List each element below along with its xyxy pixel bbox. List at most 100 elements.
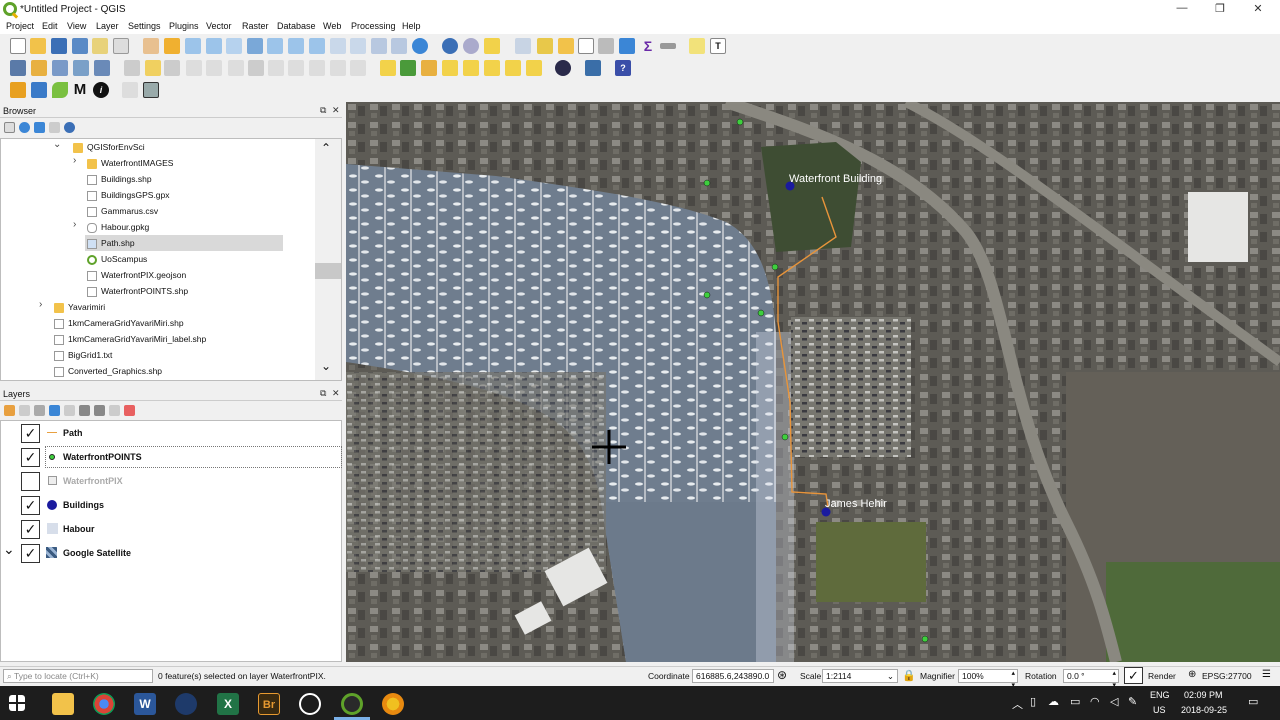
tree-item[interactable]: Habour.gpkg	[87, 219, 149, 235]
new-project-icon[interactable]	[10, 38, 26, 54]
tree-item[interactable]: Yavarimiri	[54, 299, 105, 315]
magnifier-spinbox[interactable]: 100%▴▾	[958, 669, 1018, 689]
leaf-icon[interactable]	[52, 82, 68, 98]
toolbox-gear-icon[interactable]	[619, 38, 635, 54]
modify-attributes-icon[interactable]	[228, 60, 244, 76]
chrome-icon[interactable]	[93, 693, 115, 715]
maximize-button[interactable]: ❐	[1200, 2, 1240, 18]
menu-project[interactable]: Project	[6, 21, 34, 31]
start-windows-icon[interactable]	[9, 695, 25, 711]
obs-icon[interactable]	[299, 693, 321, 715]
coordinate-field[interactable]: 616885.6,243890.0	[692, 669, 774, 683]
collapse-all-icon[interactable]	[49, 122, 60, 133]
scroll-up-icon[interactable]: ⌃	[321, 141, 331, 155]
tree-item[interactable]: WaterfrontPIX.geojson	[87, 267, 186, 283]
clock-date[interactable]: 2018-09-25	[1181, 705, 1227, 715]
rotate-label-icon[interactable]	[484, 60, 500, 76]
layer-row-habour[interactable]: ✓ Habour	[1, 517, 343, 541]
layer-row-path[interactable]: ✓ Path	[1, 421, 343, 445]
menu-plugins[interactable]: Plugins	[169, 21, 199, 31]
close-panel-icon[interactable]: ✕	[332, 105, 340, 116]
properties-icon[interactable]	[64, 122, 75, 133]
zoom-next-icon[interactable]	[350, 38, 366, 54]
field-calculator-icon[interactable]	[578, 38, 594, 54]
tree-item[interactable]: WaterfrontIMAGES	[87, 155, 173, 171]
move-label-icon[interactable]	[463, 60, 479, 76]
layer-row-google-satellite[interactable]: ⌄ ✓ Google Satellite	[1, 541, 343, 565]
tree-item-selected[interactable]: Path.shp	[85, 235, 283, 251]
tree-item[interactable]: Buildings.shp	[87, 171, 152, 187]
current-edits-icon[interactable]	[124, 60, 140, 76]
undo-icon[interactable]	[330, 60, 346, 76]
menu-help[interactable]: Help	[402, 21, 421, 31]
layer-visibility-checkbox[interactable]: ✓	[21, 448, 40, 467]
scroll-down-icon[interactable]: ⌄	[321, 359, 331, 373]
volume-icon[interactable]: ◁	[1110, 695, 1118, 708]
help-icon[interactable]: ?	[615, 60, 631, 76]
zoom-selection-icon[interactable]	[267, 38, 283, 54]
tree-item[interactable]: QGISforEnvSci	[73, 139, 145, 155]
layer-row-buildings[interactable]: ✓ Buildings	[1, 493, 343, 517]
map-tips-icon[interactable]	[689, 38, 705, 54]
tree-item[interactable]: 1kmCameraGridYavariMiri.shp	[54, 315, 184, 331]
zoom-in-icon[interactable]	[185, 38, 201, 54]
change-label-icon[interactable]	[505, 60, 521, 76]
battery-icon[interactable]: ▯	[1030, 695, 1036, 708]
show-hide-labels-icon[interactable]	[526, 60, 542, 76]
save-as-icon[interactable]	[72, 38, 88, 54]
filter-browser-icon[interactable]	[34, 122, 45, 133]
manage-visibility-icon[interactable]	[34, 405, 45, 416]
pan-icon[interactable]	[143, 38, 159, 54]
menu-edit[interactable]: Edit	[42, 21, 58, 31]
filter-expression-icon[interactable]	[64, 405, 75, 416]
vertex-tool-icon[interactable]	[206, 60, 222, 76]
expand-arrow-icon[interactable]: ›	[39, 299, 42, 310]
add-raster-icon[interactable]	[73, 60, 89, 76]
zoom-full-icon[interactable]	[247, 38, 263, 54]
locator-input[interactable]: ⌕ Type to locate (Ctrl+K)	[3, 669, 153, 683]
layer-visibility-checkbox[interactable]: ✓	[21, 424, 40, 443]
menu-vector[interactable]: Vector	[206, 21, 232, 31]
save-project-icon[interactable]	[51, 38, 67, 54]
grid-icon[interactable]	[10, 82, 26, 98]
tree-item[interactable]: BuildingsGPS.gpx	[87, 187, 170, 203]
menu-web[interactable]: Web	[323, 21, 341, 31]
menu-view[interactable]: View	[67, 21, 86, 31]
onedrive-icon[interactable]: ☁	[1048, 695, 1059, 708]
rotation-spinbox[interactable]: 0.0 °▴▾	[1063, 669, 1119, 689]
scale-combo[interactable]: 1:2114 ⌄	[822, 669, 898, 683]
zoom-layer-icon[interactable]	[288, 38, 304, 54]
tree-item[interactable]: BigGrid1.txt	[54, 347, 112, 363]
highlight-labels-icon[interactable]	[442, 60, 458, 76]
browser-scrollbar[interactable]: ⌃ ⌄	[315, 139, 341, 380]
add-db-icon[interactable]	[94, 60, 110, 76]
python-console-icon[interactable]	[585, 60, 601, 76]
identify-icon[interactable]	[442, 38, 458, 54]
layer-row-waterfrontpoints[interactable]: ✓ WaterfrontPOINTS	[1, 445, 343, 469]
add-group-icon[interactable]	[19, 405, 30, 416]
filter-legend-icon[interactable]	[49, 405, 60, 416]
menu-layer[interactable]: Layer	[96, 21, 119, 31]
data-source-manager-icon[interactable]	[10, 60, 26, 76]
toggle-editing-icon[interactable]	[145, 60, 161, 76]
file-explorer-icon[interactable]	[52, 693, 74, 715]
tree-item[interactable]: WaterfrontPOINTS.shp	[87, 283, 188, 299]
info-icon[interactable]: i	[93, 82, 109, 98]
layer-visibility-checkbox[interactable]: ✓	[21, 544, 40, 563]
messages-icon[interactable]: ☰	[1262, 669, 1271, 680]
render-checkbox[interactable]: ✓	[1124, 667, 1143, 684]
sum-icon[interactable]: Σ	[640, 38, 656, 54]
close-button[interactable]: ✕	[1238, 2, 1278, 18]
language-indicator[interactable]: ENG	[1150, 690, 1170, 700]
cut-features-icon[interactable]	[268, 60, 284, 76]
label-tool-icon[interactable]	[380, 60, 396, 76]
menu-raster[interactable]: Raster	[242, 21, 269, 31]
crs-indicator[interactable]: EPSG:27700	[1202, 671, 1252, 681]
close-panel-icon[interactable]: ✕	[332, 388, 340, 399]
select-value-icon[interactable]	[515, 38, 531, 54]
new-print-layout-icon[interactable]	[92, 38, 108, 54]
measure-icon[interactable]	[660, 43, 676, 49]
tree-item[interactable]: 1kmCameraGridYavariMiri_label.shp	[54, 331, 206, 347]
new-layer-icon[interactable]	[31, 60, 47, 76]
raster-tool-icon[interactable]	[143, 82, 159, 98]
